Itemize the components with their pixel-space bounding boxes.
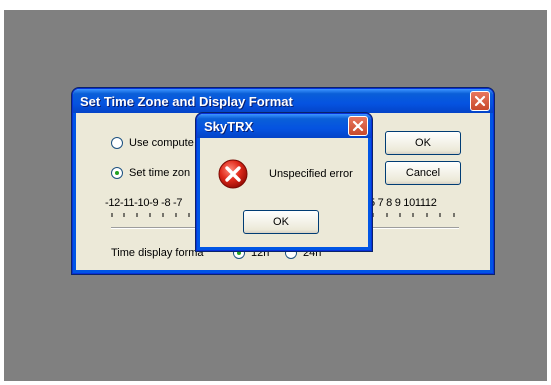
error-message: Unspecified error [269,168,353,180]
radio-button-selected[interactable] [111,167,123,179]
error-close-button[interactable] [348,116,368,136]
time-display-format-label: Time display forma [111,247,204,259]
timezone-ticks-left: -12-11-10-9 -8 -7 [105,197,183,209]
timezone-ticks-right: 5 7 8 9 101112 [369,197,437,209]
time-zone-dialog-title: Set Time Zone and Display Format [80,93,293,109]
radio-button[interactable] [111,137,123,149]
set-timezone-label: Set time zon [129,167,191,179]
ok-button[interactable]: OK [385,131,461,155]
error-dialog-title: SkyTRX [204,118,254,134]
error-icon [218,159,248,189]
set-timezone-radio[interactable]: Set time zon [111,167,190,179]
cancel-button[interactable]: Cancel [385,161,461,185]
use-computer-label: Use compute [129,137,194,149]
close-icon [474,95,486,107]
use-computer-timezone-radio[interactable]: Use compute [111,137,194,149]
error-dialog-titlebar[interactable]: SkyTRX [197,114,371,138]
time-zone-close-button[interactable] [470,91,490,111]
time-zone-dialog-titlebar[interactable]: Set Time Zone and Display Format [73,89,493,113]
close-icon [352,120,364,132]
error-ok-button[interactable]: OK [243,210,319,234]
error-dialog: SkyTRX Unspecified error OK [196,113,372,251]
